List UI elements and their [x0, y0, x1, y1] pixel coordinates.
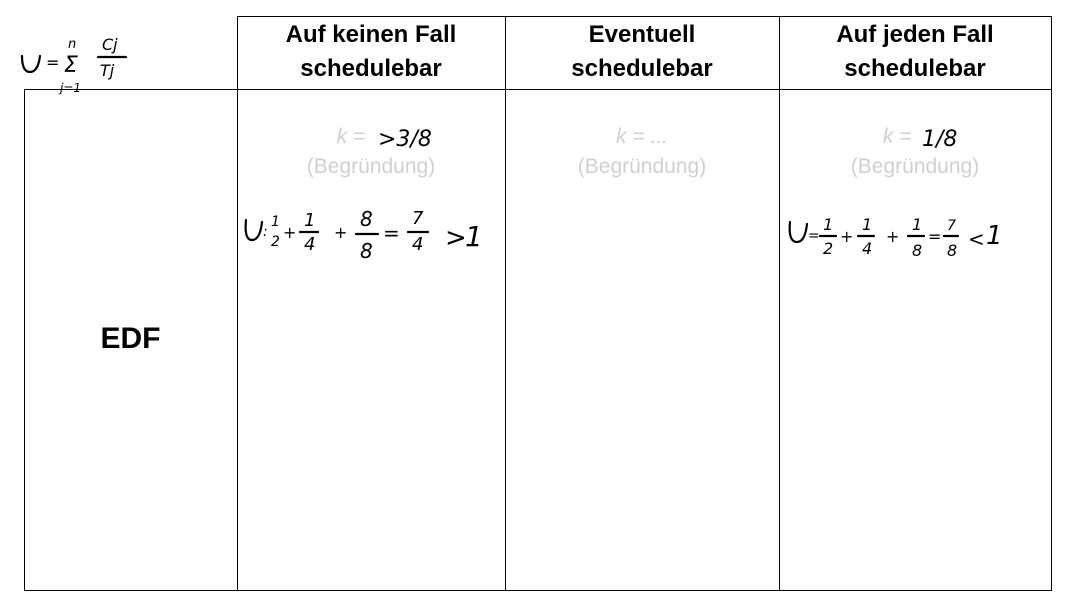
term3-den: 8 [912, 241, 922, 260]
k-value-text: >3/8 [378, 127, 432, 152]
calc-colon: : [263, 224, 268, 240]
calc-u [244, 218, 264, 242]
calc-col1: : 1 2 + 1 4 + 8 8 = 7 4 > 1 [244, 207, 483, 263]
k-value-col3: 1/8 [922, 127, 957, 152]
term2-num: 1 [862, 215, 872, 234]
term1-den: 2 [823, 239, 833, 258]
calc-u [788, 220, 809, 244]
utilization-formula: = n Σ j=1 Cj Tj [20, 35, 128, 95]
calc-col3: = 1 2 + 1 4 + 1 8 = 7 8 < 1 [788, 215, 1003, 260]
calc-rhs: 1 [465, 220, 483, 253]
calc-cmp: < [968, 227, 985, 251]
term2-den: 4 [304, 234, 315, 255]
term3-den: 8 [360, 239, 373, 263]
formula-sum-upper: n [68, 37, 76, 52]
handwriting-layer: = n Σ j=1 Cj Tj >3/8 1/8 : 1 2 + 1 4 + 8… [20, 35, 1003, 263]
term2-den: 4 [862, 239, 872, 258]
plus-1: + [840, 227, 853, 246]
plus-2: + [886, 227, 899, 246]
k-value-text: 1/8 [922, 127, 957, 152]
formula-numerator: Cj [102, 35, 118, 54]
plus-1: + [283, 223, 296, 242]
formula-sum-symbol: Σ [64, 53, 78, 78]
calc-cmp: > [445, 223, 467, 253]
term1-num: 1 [823, 215, 833, 234]
formula-eq: = [46, 53, 59, 72]
formula-u [20, 54, 42, 74]
term2-num: 1 [304, 210, 315, 231]
plus-2: + [334, 223, 347, 242]
result-den: 8 [947, 241, 957, 260]
result-den: 4 [412, 234, 423, 255]
formula-sum-lower: j=1 [58, 81, 81, 95]
formula-denominator: Tj [100, 61, 115, 80]
term3-num: 8 [360, 207, 373, 231]
k-value-col1: >3/8 [378, 127, 432, 152]
calc-eq: = [383, 221, 400, 245]
calc-colon: = [808, 228, 820, 244]
result-num: 7 [947, 218, 956, 234]
calc-eq: = [928, 227, 941, 246]
term1-den: 2 [271, 234, 280, 250]
term1-num: 1 [271, 214, 280, 230]
term3-num: 1 [912, 215, 922, 234]
result-num: 7 [412, 208, 424, 229]
calc-rhs: 1 [986, 221, 1003, 251]
